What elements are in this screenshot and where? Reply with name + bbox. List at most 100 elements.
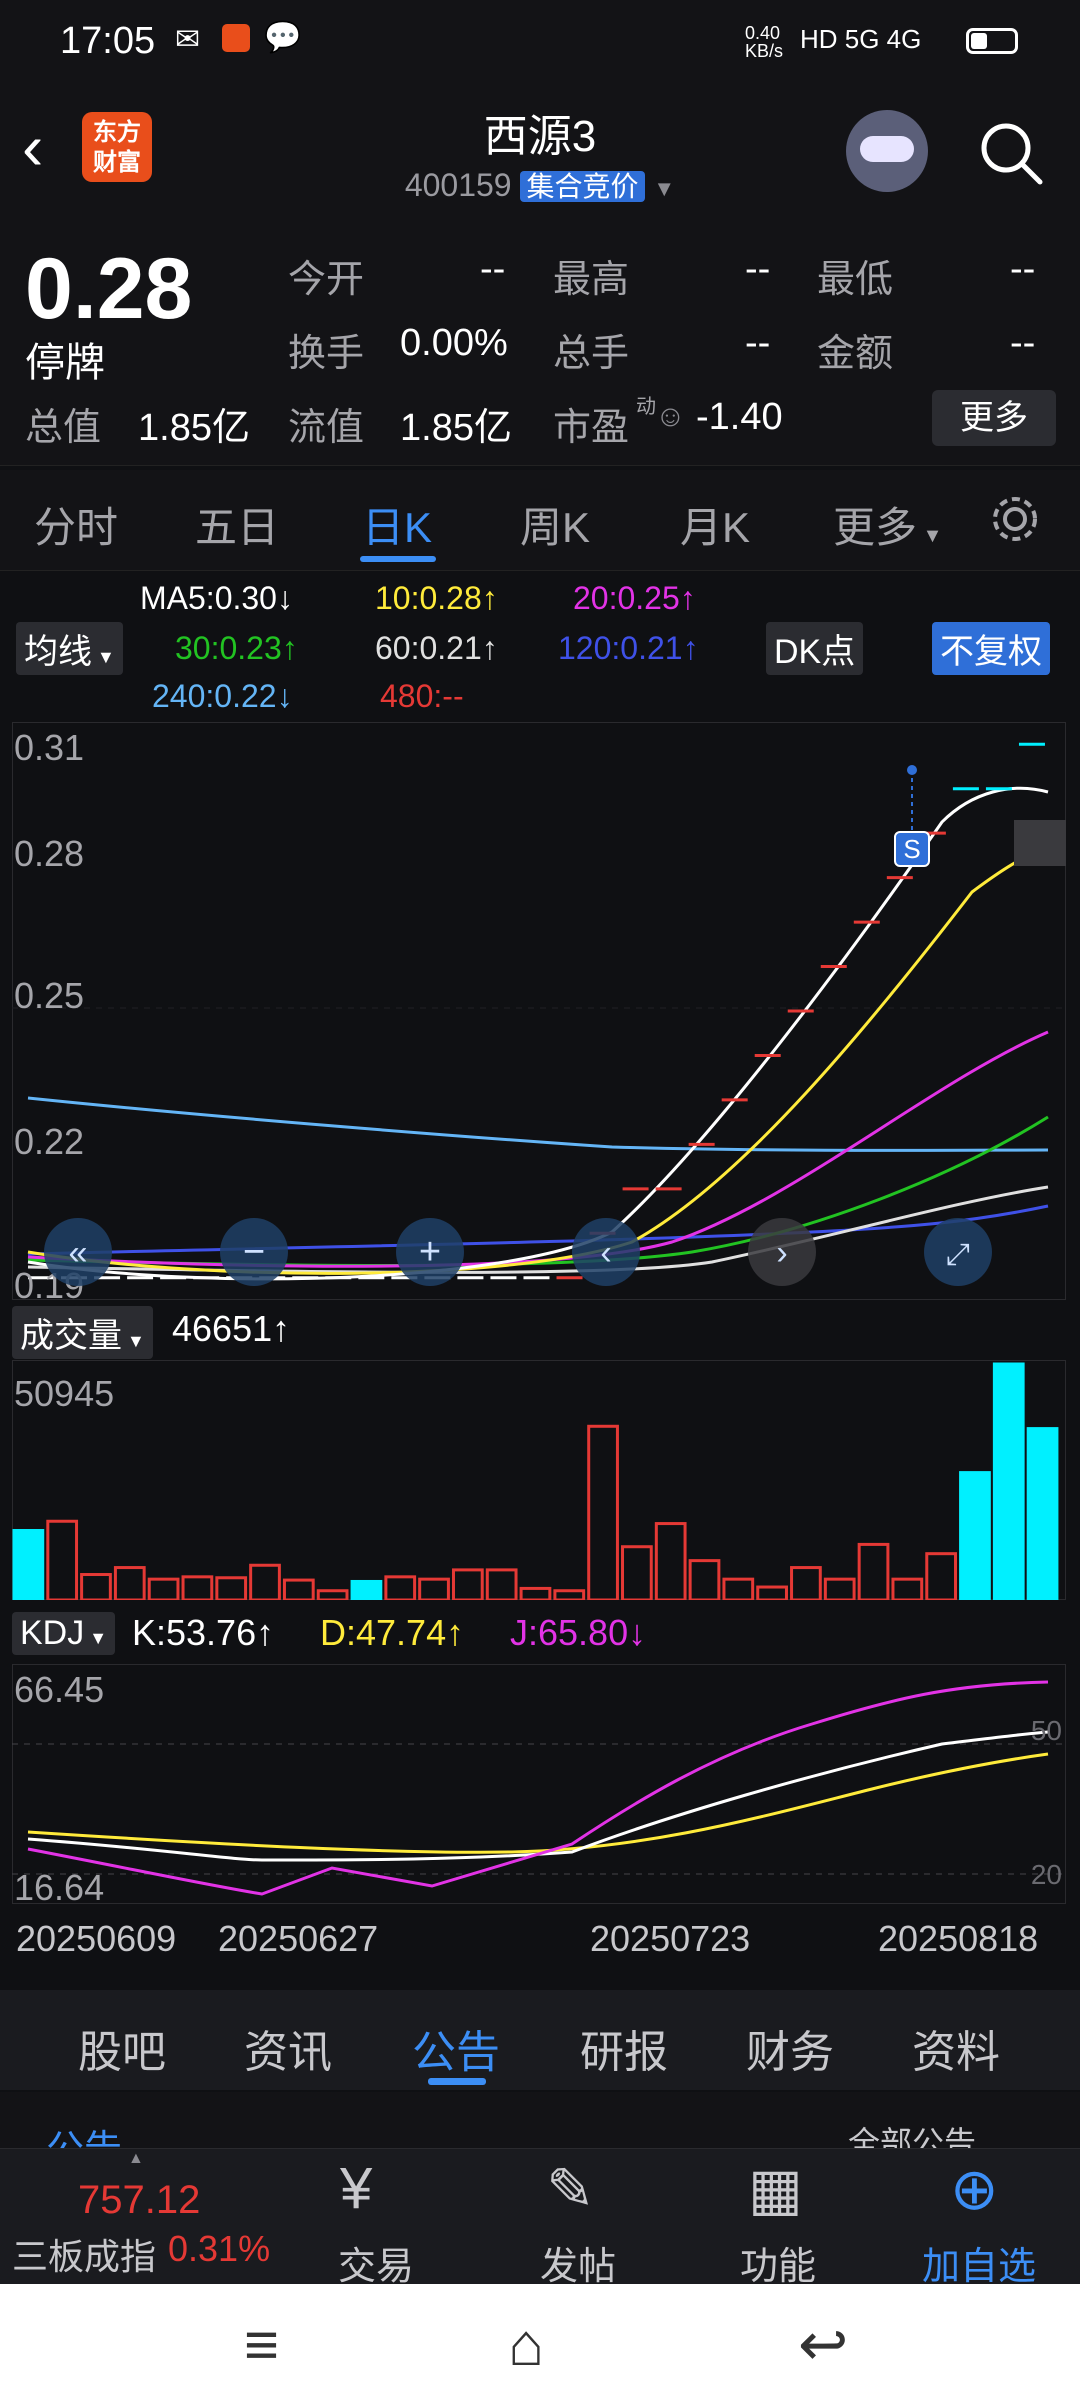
status-time: 17:05 — [60, 20, 156, 62]
stock-code: 400159 — [404, 167, 512, 203]
volume-indicator-label: 成交量 — [20, 1317, 122, 1355]
more-button[interactable]: 更多 — [932, 390, 1056, 446]
ma10-line — [27, 848, 1049, 1275]
volume-bar — [113, 1566, 146, 1600]
tab-research[interactable]: 研报 — [580, 2016, 668, 2080]
volume-value: -- — [745, 322, 771, 364]
tab-more-label: 更多 — [833, 504, 918, 551]
trade-icon[interactable]: ¥ — [340, 2155, 372, 2222]
kdj-chart[interactable]: 66.45 16.64 50 20 — [12, 1664, 1066, 1904]
ma60-legend: 60:0.21↑ — [375, 630, 498, 666]
volume-bar — [959, 1471, 991, 1600]
float-label: 流值 — [288, 407, 365, 449]
index-name[interactable]: 三板成指 — [12, 2228, 156, 2280]
caret-down-icon: ▼ — [917, 525, 943, 547]
volume-bar — [316, 1589, 349, 1600]
pe-value: -1.40 — [696, 396, 783, 438]
post-icon[interactable]: ✎ — [546, 2155, 595, 2223]
status-bar: 17:05 ✉ 💬 0.40 KB/s HD 5G 4G — [0, 0, 1080, 90]
kdj-d-value: D:47.74↑ — [320, 1612, 465, 1653]
tab-profile[interactable]: 资料 — [912, 2016, 1000, 2080]
trading-status: 停牌 — [25, 341, 105, 385]
float-value: 1.85亿 — [400, 407, 512, 449]
tab-news[interactable]: 资讯 — [244, 2016, 332, 2080]
add-watchlist-icon[interactable]: ⊕ — [950, 2155, 999, 2223]
volume-bar — [418, 1577, 450, 1600]
volume-bar — [147, 1577, 180, 1600]
volume-bar — [282, 1578, 315, 1600]
back-nav-icon[interactable]: ↩ — [798, 2310, 848, 2380]
home-icon[interactable]: ⌂ — [508, 2310, 544, 2379]
news-tab-underline — [428, 2078, 486, 2085]
amount-label: 金额 — [817, 333, 894, 375]
indicator-select[interactable]: 均线 ▼ — [16, 622, 123, 675]
volume-bar — [925, 1552, 958, 1600]
current-price-marker — [1014, 820, 1066, 866]
volume-bar — [722, 1577, 755, 1600]
volume-bar — [181, 1575, 214, 1600]
last-price: 0.28 — [25, 241, 193, 337]
grid-icon[interactable]: ▦ — [748, 2155, 803, 2223]
date-label-3: 20250818 — [878, 1918, 1039, 1959]
tab-announcements[interactable]: 公告 — [412, 2016, 500, 2080]
add-watchlist-button[interactable]: 加自选 — [922, 2235, 1036, 2290]
ma480-legend: 480:-- — [380, 678, 464, 714]
adjust-toggle[interactable]: 不复权 — [932, 622, 1050, 675]
info-icon[interactable]: ☺ — [655, 400, 686, 434]
ma20-legend: 20:0.25↑ — [573, 580, 696, 616]
volume-bar — [891, 1577, 924, 1600]
tab-forum[interactable]: 股吧 — [78, 2016, 166, 2080]
caret-down-icon: ▼ — [84, 1628, 108, 1648]
volume-bar — [519, 1586, 552, 1600]
volume-bars — [12, 1362, 1059, 1600]
function-button[interactable]: 功能 — [740, 2235, 816, 2290]
expand-icon: ⤢ — [946, 1238, 970, 1271]
menu-icon[interactable]: ≡ — [244, 2310, 279, 2379]
kdj-ref-label-20: 20 — [1031, 1859, 1062, 1890]
pe-label: 市盈 — [553, 407, 630, 449]
pe-superscript: 动 — [636, 396, 656, 418]
mktcap-value: 1.85亿 — [138, 407, 250, 449]
tab-five-day[interactable]: 五日 — [195, 494, 279, 555]
kdj-j-line — [27, 1680, 1049, 1896]
announcement-subheader: 公告 全部公告 — [0, 2092, 1080, 2171]
gear-icon[interactable] — [990, 494, 1040, 544]
open-label: 今开 — [288, 259, 365, 301]
volume-bar — [790, 1566, 822, 1600]
volume-bar — [654, 1522, 687, 1600]
ma240-legend: 240:0.22↓ — [152, 678, 293, 714]
volume-bar — [485, 1568, 518, 1600]
dk-point-toggle[interactable]: DK点 — [766, 622, 864, 675]
mktcap-label: 总值 — [25, 407, 102, 449]
tab-more[interactable]: 更多 ▼ — [833, 494, 942, 555]
price-chart[interactable]: S 0.31 0.28 0.25 0.22 0.19 « − + ‹ › ⤢ — [12, 722, 1066, 1300]
sell-signal-label: S — [903, 834, 920, 864]
volume-max-label: 50945 — [14, 1373, 114, 1414]
double-left-icon: « — [69, 1234, 88, 1272]
dk-marker-dot — [907, 765, 917, 775]
trade-button[interactable]: 交易 — [338, 2235, 414, 2290]
volume-chart[interactable]: 50945 — [12, 1360, 1066, 1600]
price-axis-label-2: 0.25 — [14, 975, 84, 1016]
post-button[interactable]: 发帖 — [540, 2235, 616, 2290]
low-value: -- — [1010, 248, 1036, 290]
ma120-legend: 120:0.21↑ — [558, 630, 699, 666]
tab-weekly-k[interactable]: 周K — [520, 494, 590, 555]
chevron-right-icon: › — [776, 1234, 787, 1272]
tab-intraday[interactable]: 分时 — [34, 494, 118, 555]
tab-monthly-k[interactable]: 月K — [680, 494, 750, 555]
caret-down-icon: ▼ — [122, 1331, 145, 1351]
robot-avatar[interactable] — [846, 110, 928, 192]
search-icon[interactable] — [976, 118, 1046, 188]
volume-indicator-select: 成交量 ▼ — [12, 1306, 153, 1359]
active-tab-underline — [360, 556, 436, 562]
tab-daily-k[interactable]: 日K — [362, 494, 432, 555]
caret-down-icon: ▼ — [92, 647, 115, 667]
volume-bar — [451, 1568, 484, 1600]
volume-bar — [249, 1563, 281, 1600]
auction-badge: 集合竞价 — [520, 171, 645, 202]
volume-bar — [621, 1545, 653, 1600]
candle-markers — [28, 742, 1045, 1280]
volume-bar — [756, 1585, 788, 1600]
tab-finance[interactable]: 财务 — [746, 2016, 834, 2080]
